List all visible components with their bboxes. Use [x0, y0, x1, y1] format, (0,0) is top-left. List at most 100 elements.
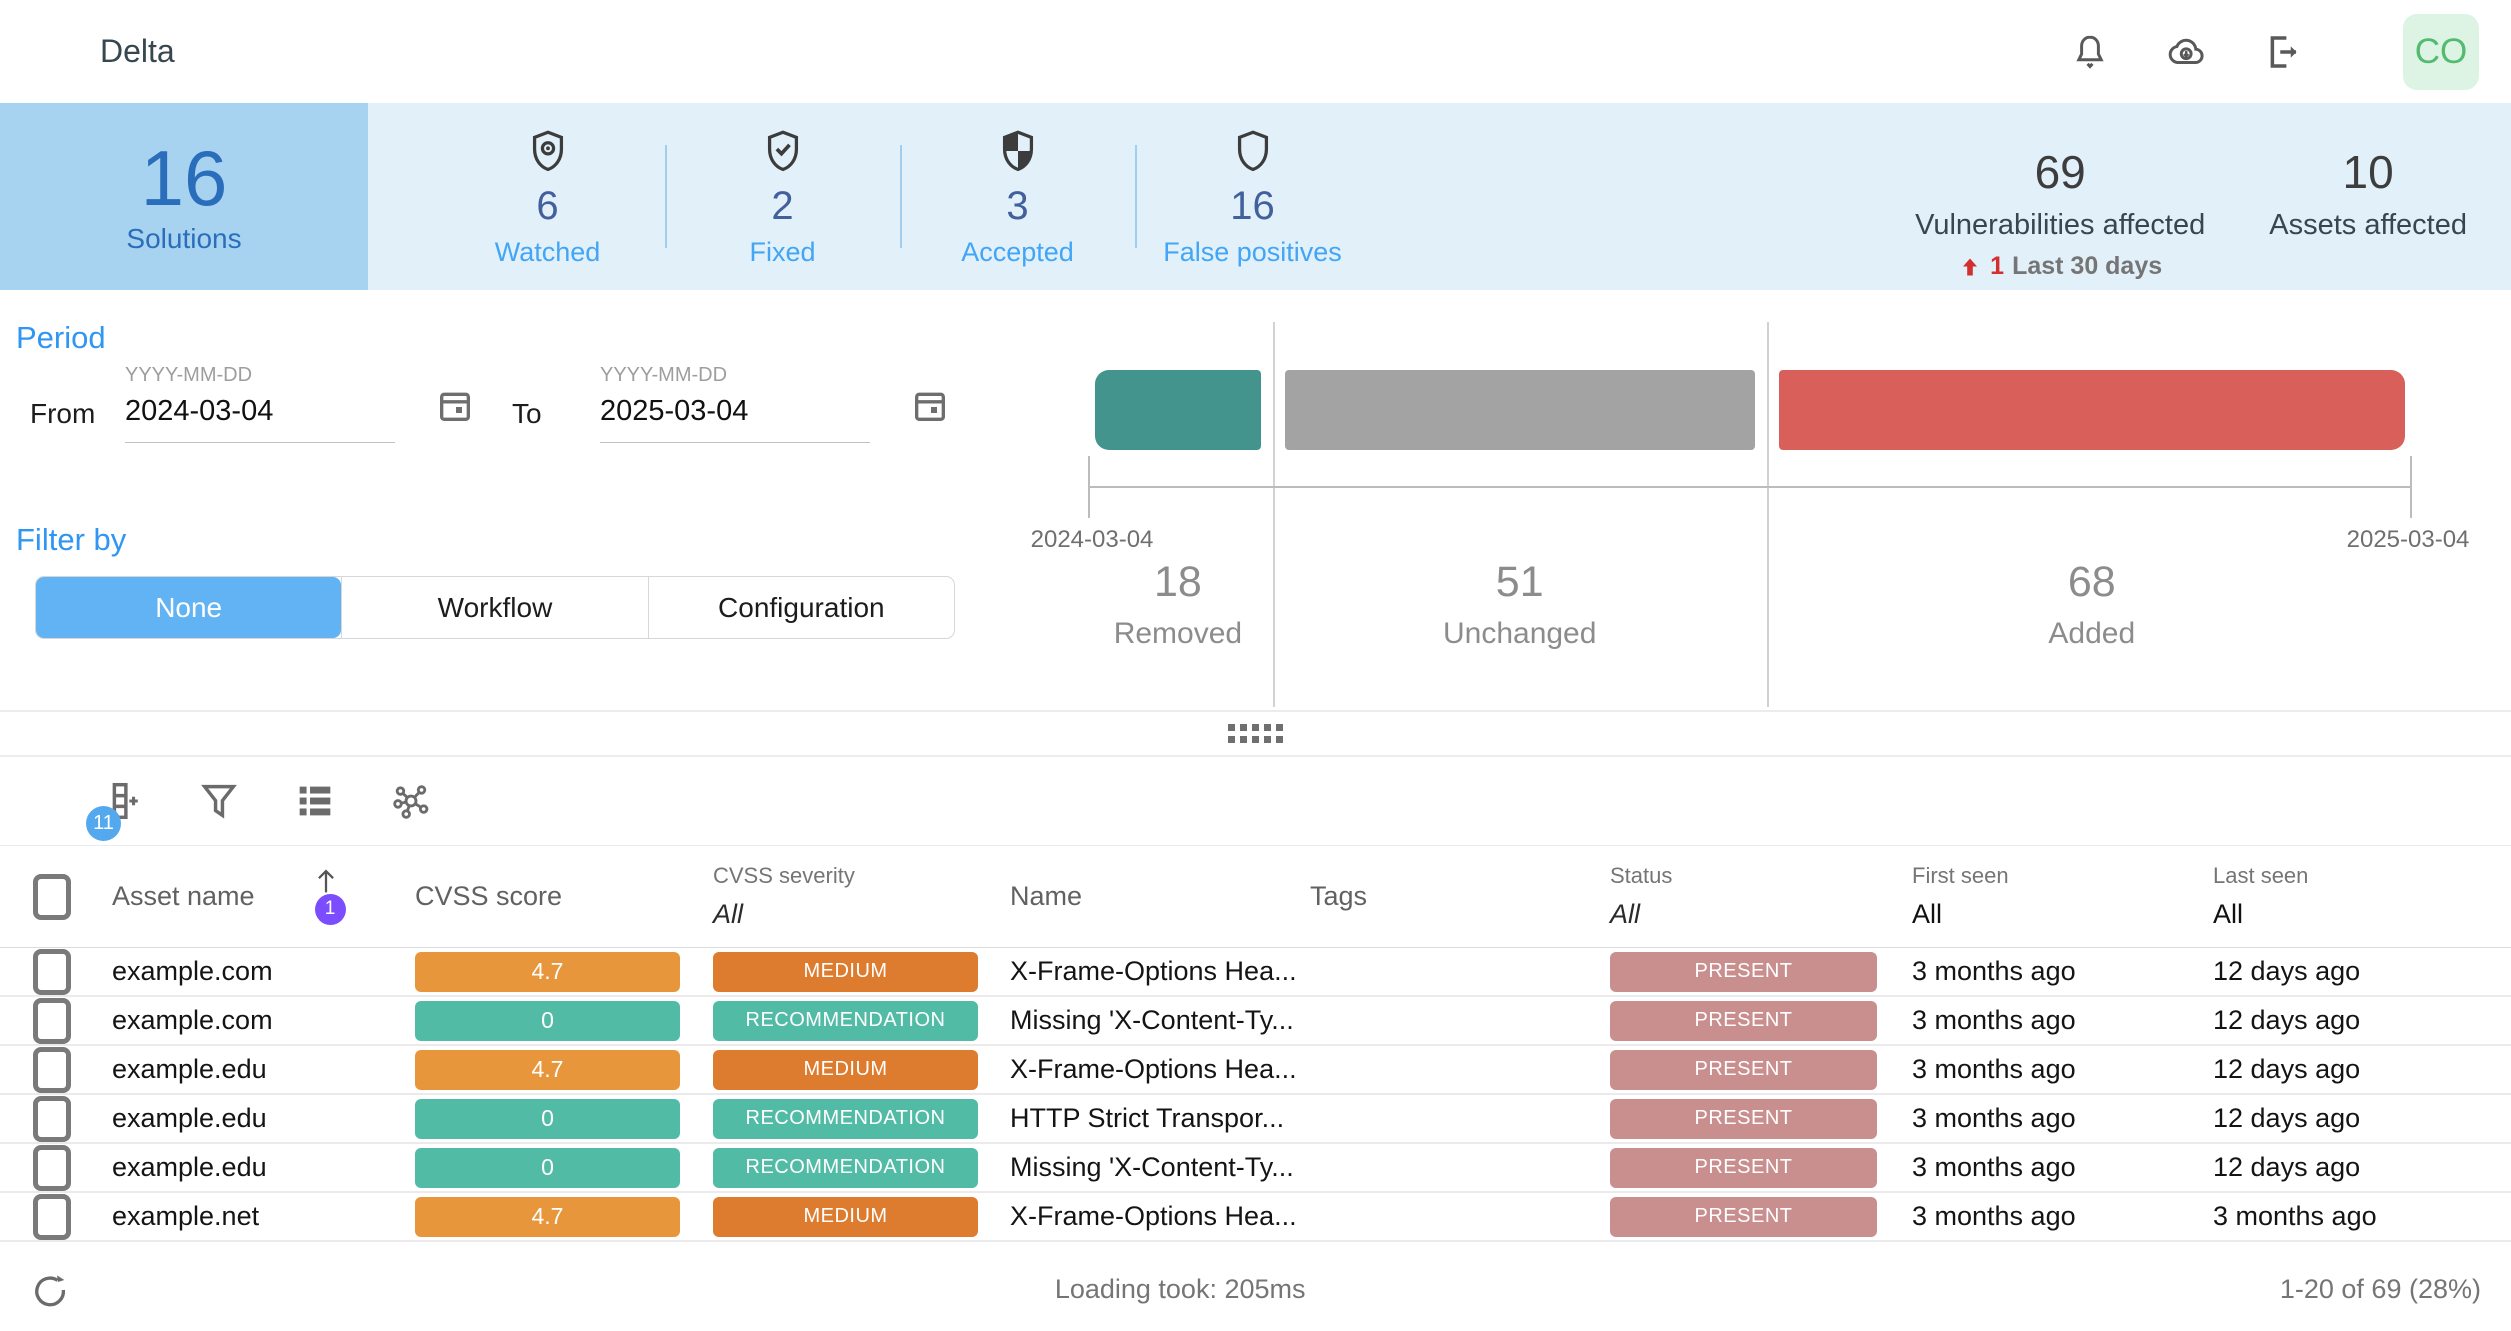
cloud-download-icon[interactable]: [2165, 31, 2207, 73]
status-badge: PRESENT: [1610, 1001, 1877, 1041]
false-positives-label: False positives: [1163, 237, 1342, 268]
cvss-severity-filter-value[interactable]: All: [713, 899, 1010, 930]
vulnerability-name-cell[interactable]: X-Frame-Options Hea...: [1010, 956, 1310, 987]
first-seen-cell: 3 months ago: [1912, 1005, 2213, 1036]
row-checkbox[interactable]: [33, 998, 71, 1044]
filter-option-none[interactable]: None: [36, 577, 341, 638]
watched-value: 6: [536, 184, 558, 229]
row-checkbox[interactable]: [33, 1194, 71, 1240]
table-row[interactable]: example.edu4.7MEDIUMX-Frame-Options Hea.…: [0, 1046, 2511, 1095]
row-checkbox[interactable]: [33, 1145, 71, 1191]
table-row[interactable]: example.edu0RECOMMENDATIONHTTP Strict Tr…: [0, 1095, 2511, 1144]
row-checkbox[interactable]: [33, 1096, 71, 1142]
vulnerability-name-cell[interactable]: X-Frame-Options Hea...: [1010, 1201, 1310, 1232]
cvss-score-badge: 4.7: [415, 1197, 680, 1237]
to-calendar-icon[interactable]: [910, 386, 950, 426]
vulnerability-name-cell[interactable]: Missing 'X-Content-Ty...: [1010, 1152, 1310, 1183]
status-cell: PRESENT: [1610, 952, 1912, 992]
first-seen-header[interactable]: First seen All: [1912, 863, 2213, 930]
stat-item-false-positives[interactable]: 16 False positives: [1135, 103, 1370, 290]
sort-ascending-icon: [309, 864, 343, 898]
filter-icon[interactable]: [196, 778, 242, 824]
status-filter-value[interactable]: All: [1610, 899, 1912, 930]
filter-option-workflow[interactable]: Workflow: [341, 577, 647, 638]
notifications-icon[interactable]: [2069, 31, 2111, 73]
trend-value: 1: [1990, 252, 2004, 281]
table-toolbar: 11: [0, 757, 2511, 845]
sort-indicator[interactable]: 1: [307, 862, 351, 932]
table-row[interactable]: example.com4.7MEDIUMX-Frame-Options Hea.…: [0, 948, 2511, 997]
solutions-value: 16: [141, 138, 228, 220]
asset-name-cell: example.edu: [112, 1054, 415, 1085]
last-seen-header[interactable]: Last seen All: [2213, 863, 2511, 930]
assets-label: Assets affected: [2269, 209, 2467, 242]
cvss-severity-badge: MEDIUM: [713, 952, 978, 992]
avatar[interactable]: CO: [2403, 14, 2479, 90]
list-view-icon[interactable]: [292, 778, 338, 824]
cvss-severity-header[interactable]: CVSS severity All: [713, 863, 1010, 930]
vulnerability-name-cell[interactable]: Missing 'X-Content-Ty...: [1010, 1005, 1310, 1036]
accepted-value: 3: [1006, 184, 1028, 229]
stat-tile-solutions[interactable]: 16 Solutions: [0, 103, 368, 290]
first-seen-filter-value[interactable]: All: [1912, 899, 2213, 930]
status-cell: PRESENT: [1610, 1148, 1912, 1188]
asset-name-header-label: Asset name: [112, 881, 255, 912]
cvss-severity-badge: MEDIUM: [713, 1050, 978, 1090]
name-header[interactable]: Name: [1010, 881, 1310, 912]
stat-item-fixed[interactable]: 2 Fixed: [665, 103, 900, 290]
to-label: To: [512, 398, 542, 430]
first-seen-cell: 3 months ago: [1912, 1054, 2213, 1085]
row-select-cell: [0, 949, 112, 995]
select-all-checkbox[interactable]: [33, 874, 71, 920]
cvss-score-cell: 0: [415, 1148, 713, 1188]
status-badge: PRESENT: [1610, 1197, 1877, 1237]
panel-splitter[interactable]: [0, 710, 2511, 757]
filter-option-configuration[interactable]: Configuration: [648, 577, 954, 638]
cvss-score-cell: 4.7: [415, 952, 713, 992]
chart-gridline: [1273, 322, 1275, 707]
table-row[interactable]: example.net4.7MEDIUMX-Frame-Options Hea.…: [0, 1193, 2511, 1242]
vulnerability-name-cell[interactable]: HTTP Strict Transpor...: [1010, 1103, 1310, 1134]
accepted-label: Accepted: [961, 237, 1074, 268]
row-checkbox[interactable]: [33, 1047, 71, 1093]
from-calendar-icon[interactable]: [435, 386, 475, 426]
asset-name-cell: example.com: [112, 1005, 415, 1036]
last-seen-cell: 12 days ago: [2213, 956, 2511, 987]
stats-bar: 16 Solutions 6 Watched: [0, 103, 2511, 290]
cvss-severity-cell: MEDIUM: [713, 952, 1010, 992]
to-date-input[interactable]: [600, 387, 870, 443]
arrow-up-icon: [1958, 255, 1982, 279]
status-badge: PRESENT: [1610, 952, 1877, 992]
last-seen-filter-value[interactable]: All: [2213, 899, 2511, 930]
row-select-cell: [0, 998, 112, 1044]
cvss-severity-cell: MEDIUM: [713, 1050, 1010, 1090]
logout-icon[interactable]: [2261, 31, 2303, 73]
table-row[interactable]: example.edu0RECOMMENDATIONMissing 'X-Con…: [0, 1144, 2511, 1193]
status-header[interactable]: Status All: [1610, 863, 1912, 930]
chart-gridline: [1767, 322, 1769, 707]
from-date-input[interactable]: [125, 387, 395, 443]
stat-item-watched[interactable]: 6 Watched: [430, 103, 665, 290]
row-checkbox[interactable]: [33, 949, 71, 995]
panel-resize-handle[interactable]: [1228, 724, 1283, 743]
add-column-icon[interactable]: 11: [100, 778, 146, 824]
page-title: Delta: [100, 33, 175, 70]
filter-by-group: None Workflow Configuration: [35, 576, 955, 639]
vulnerabilities-value: 69: [2035, 145, 2086, 199]
vulnerability-name-cell[interactable]: X-Frame-Options Hea...: [1010, 1054, 1310, 1085]
select-all-cell: [0, 874, 112, 920]
refresh-icon[interactable]: [30, 1270, 70, 1310]
from-label: From: [30, 398, 95, 430]
cvss-score-cell: 4.7: [415, 1197, 713, 1237]
table-row[interactable]: example.com0RECOMMENDATIONMissing 'X-Con…: [0, 997, 2511, 1046]
false-positives-value: 16: [1230, 184, 1275, 229]
main-panel: Period From YYYY-MM-DD To YYYY-MM-DD: [0, 290, 2511, 710]
asset-name-header[interactable]: Asset name 1: [112, 862, 415, 932]
shield-eye-icon: [525, 126, 571, 176]
cvss-score-badge: 4.7: [415, 952, 680, 992]
chart-tick-end: [2410, 456, 2412, 518]
graph-view-icon[interactable]: [388, 778, 434, 824]
stat-item-accepted[interactable]: 3 Accepted: [900, 103, 1135, 290]
tags-header[interactable]: Tags: [1310, 881, 1610, 912]
cvss-score-header[interactable]: CVSS score: [415, 881, 713, 912]
